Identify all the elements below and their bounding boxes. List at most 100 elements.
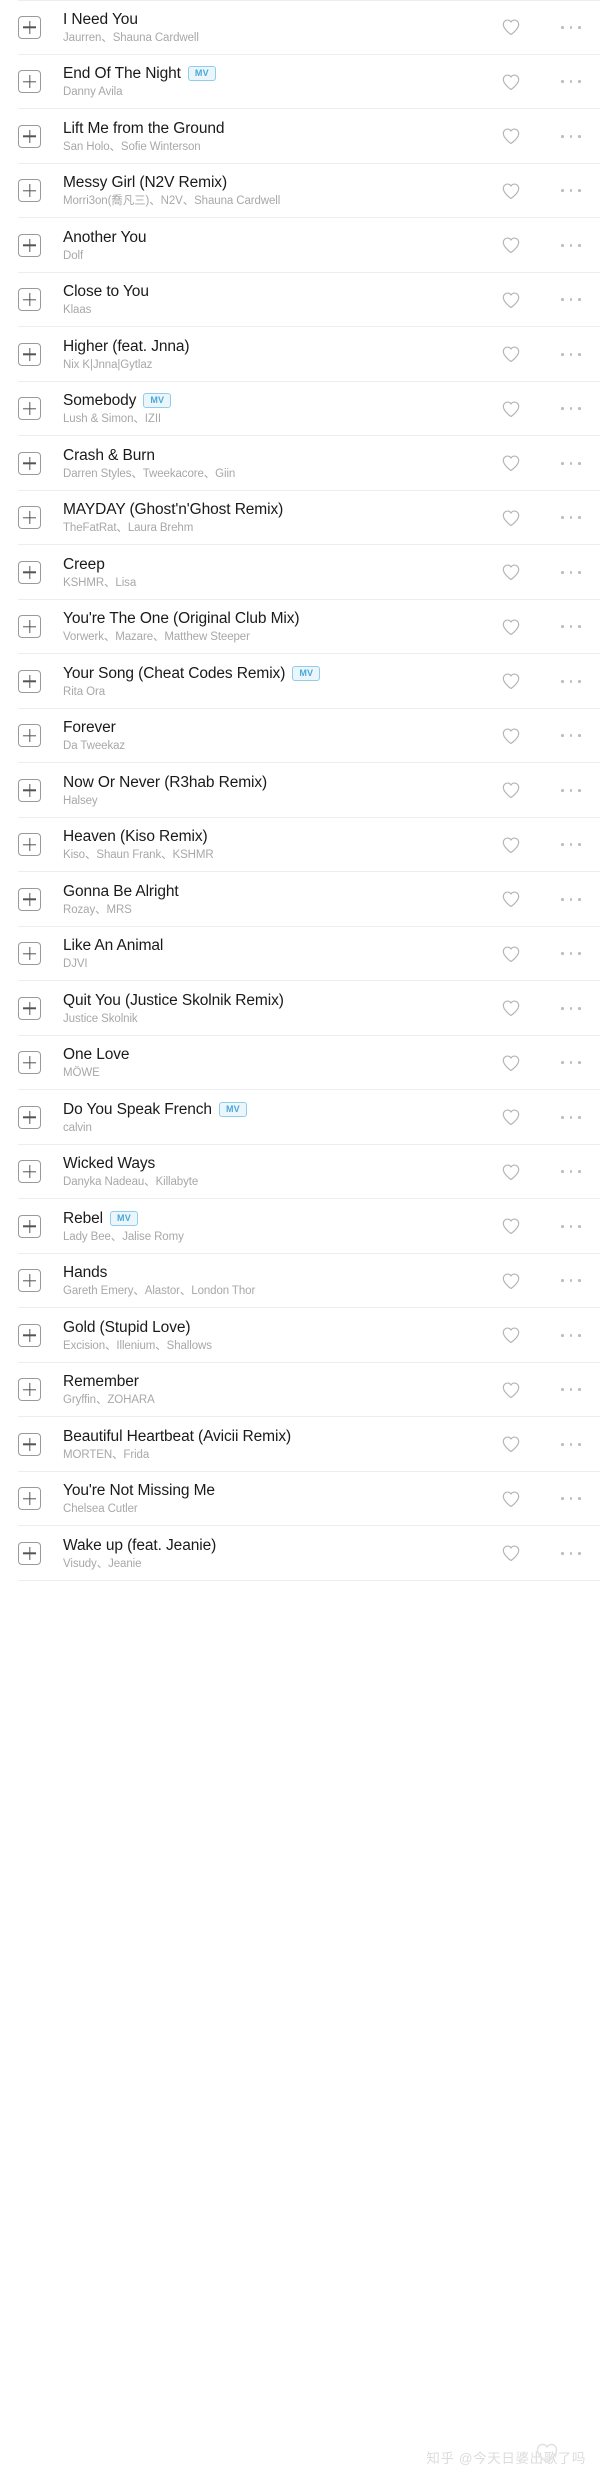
more-options-icon[interactable]	[560, 997, 582, 1019]
heart-icon[interactable]	[500, 1052, 522, 1074]
plus-icon[interactable]	[18, 887, 41, 911]
plus-icon[interactable]	[18, 833, 41, 857]
plus-icon[interactable]	[18, 560, 41, 584]
plus-icon[interactable]	[18, 233, 41, 257]
mv-badge[interactable]: MV	[110, 1210, 138, 1226]
more-options-icon[interactable]	[560, 71, 582, 93]
song-row[interactable]: Somebody MV Lush & Simon、IZII	[0, 381, 600, 436]
more-options-icon[interactable]	[560, 125, 582, 147]
heart-icon[interactable]	[500, 1215, 522, 1237]
heart-icon[interactable]	[500, 561, 522, 583]
more-options-icon[interactable]	[560, 1215, 582, 1237]
song-row[interactable]: Gold (Stupid Love) Excision、Illenium、Sha…	[0, 1308, 600, 1363]
heart-icon[interactable]	[500, 1106, 522, 1128]
plus-icon[interactable]	[18, 1160, 41, 1184]
song-row[interactable]: Remember Gryffin、ZOHARA	[0, 1362, 600, 1417]
heart-icon[interactable]	[500, 452, 522, 474]
song-row[interactable]: Close to You Klaas	[0, 272, 600, 327]
song-row[interactable]: Beautiful Heartbeat (Avicii Remix) MORTE…	[0, 1417, 600, 1472]
plus-icon[interactable]	[18, 1214, 41, 1238]
mv-badge[interactable]: MV	[187, 66, 216, 82]
mv-badge[interactable]: MV	[292, 665, 321, 681]
heart-icon[interactable]	[500, 398, 522, 420]
more-options-icon[interactable]	[560, 180, 582, 202]
more-options-icon[interactable]	[560, 725, 582, 747]
heart-icon[interactable]	[500, 16, 522, 38]
more-options-icon[interactable]	[560, 1270, 582, 1292]
song-row[interactable]: Gonna Be Alright Rozay、MRS	[0, 872, 600, 927]
song-row[interactable]: Lift Me from the Ground San Holo、Sofie W…	[0, 109, 600, 164]
song-row[interactable]: Rebel MV Lady Bee、Jalise Romy	[0, 1199, 600, 1254]
heart-icon[interactable]	[500, 1270, 522, 1292]
more-options-icon[interactable]	[560, 1542, 582, 1564]
plus-icon[interactable]	[18, 996, 41, 1020]
more-options-icon[interactable]	[560, 1106, 582, 1128]
more-options-icon[interactable]	[560, 452, 582, 474]
heart-icon[interactable]	[500, 1542, 522, 1564]
mv-badge[interactable]: MV	[218, 1101, 247, 1117]
plus-icon[interactable]	[18, 1105, 41, 1129]
plus-icon[interactable]	[18, 506, 41, 530]
song-row[interactable]: Like An Animal DJVI	[0, 926, 600, 981]
plus-icon[interactable]	[18, 397, 41, 421]
more-options-icon[interactable]	[560, 16, 582, 38]
song-row[interactable]: Now Or Never (R3hab Remix) Halsey	[0, 763, 600, 818]
heart-icon[interactable]	[500, 1324, 522, 1346]
heart-icon[interactable]	[500, 725, 522, 747]
more-options-icon[interactable]	[560, 943, 582, 965]
plus-icon[interactable]	[18, 1487, 41, 1511]
song-row[interactable]: Creep KSHMR、Lisa	[0, 545, 600, 600]
song-row[interactable]: Wake up (feat. Jeanie) Visudy、Jeanie	[0, 1526, 600, 1581]
plus-icon[interactable]	[18, 179, 41, 203]
heart-icon[interactable]	[500, 834, 522, 856]
more-options-icon[interactable]	[560, 670, 582, 692]
more-options-icon[interactable]	[560, 1161, 582, 1183]
heart-icon[interactable]	[500, 888, 522, 910]
more-options-icon[interactable]	[560, 1433, 582, 1455]
plus-icon[interactable]	[18, 1323, 41, 1347]
song-row[interactable]: Your Song (Cheat Codes Remix) MV Rita Or…	[0, 654, 600, 709]
heart-icon[interactable]	[500, 289, 522, 311]
more-options-icon[interactable]	[560, 1488, 582, 1510]
plus-icon[interactable]	[18, 288, 41, 312]
song-row[interactable]: Another You Dolf	[0, 218, 600, 273]
more-options-icon[interactable]	[560, 289, 582, 311]
more-options-icon[interactable]	[560, 1379, 582, 1401]
song-row[interactable]: You're The One (Original Club Mix) Vorwe…	[0, 599, 600, 654]
heart-icon[interactable]	[500, 1161, 522, 1183]
more-options-icon[interactable]	[560, 888, 582, 910]
plus-icon[interactable]	[18, 1432, 41, 1456]
plus-icon[interactable]	[18, 70, 41, 94]
song-row[interactable]: Do You Speak French MV calvin	[0, 1090, 600, 1145]
more-options-icon[interactable]	[560, 616, 582, 638]
heart-icon[interactable]	[500, 1433, 522, 1455]
plus-icon[interactable]	[18, 1541, 41, 1565]
song-row[interactable]: Wicked Ways Danyka Nadeau、Killabyte	[0, 1144, 600, 1199]
song-row[interactable]: End Of The Night MV Danny Avila	[0, 54, 600, 109]
heart-icon[interactable]	[500, 1379, 522, 1401]
more-options-icon[interactable]	[560, 561, 582, 583]
song-row[interactable]: MAYDAY (Ghost'n'Ghost Remix) TheFatRat、L…	[0, 490, 600, 545]
song-row[interactable]: Heaven (Kiso Remix) Kiso、Shaun Frank、KSH…	[0, 817, 600, 872]
plus-icon[interactable]	[18, 1269, 41, 1293]
song-row[interactable]: Hands Gareth Emery、Alastor、London Thor	[0, 1253, 600, 1308]
more-options-icon[interactable]	[560, 834, 582, 856]
heart-icon[interactable]	[500, 71, 522, 93]
more-options-icon[interactable]	[560, 1052, 582, 1074]
song-row[interactable]: Crash & Burn Darren Styles、Tweekacore、Gi…	[0, 436, 600, 491]
plus-icon[interactable]	[18, 124, 41, 148]
heart-icon[interactable]	[500, 670, 522, 692]
heart-icon[interactable]	[500, 779, 522, 801]
more-options-icon[interactable]	[560, 779, 582, 801]
more-options-icon[interactable]	[560, 507, 582, 529]
more-options-icon[interactable]	[560, 398, 582, 420]
song-row[interactable]: Higher (feat. Jnna) Nix K|Jnna|Gytlaz	[0, 327, 600, 382]
heart-icon[interactable]	[500, 507, 522, 529]
song-row[interactable]: You're Not Missing Me Chelsea Cutler	[0, 1471, 600, 1526]
plus-icon[interactable]	[18, 669, 41, 693]
plus-icon[interactable]	[18, 1378, 41, 1402]
heart-icon[interactable]	[500, 1488, 522, 1510]
heart-icon[interactable]	[500, 943, 522, 965]
mv-badge[interactable]: MV	[143, 393, 172, 409]
song-row[interactable]: Messy Girl (N2V Remix) Morri3on(喬凡三)、N2V…	[0, 163, 600, 218]
